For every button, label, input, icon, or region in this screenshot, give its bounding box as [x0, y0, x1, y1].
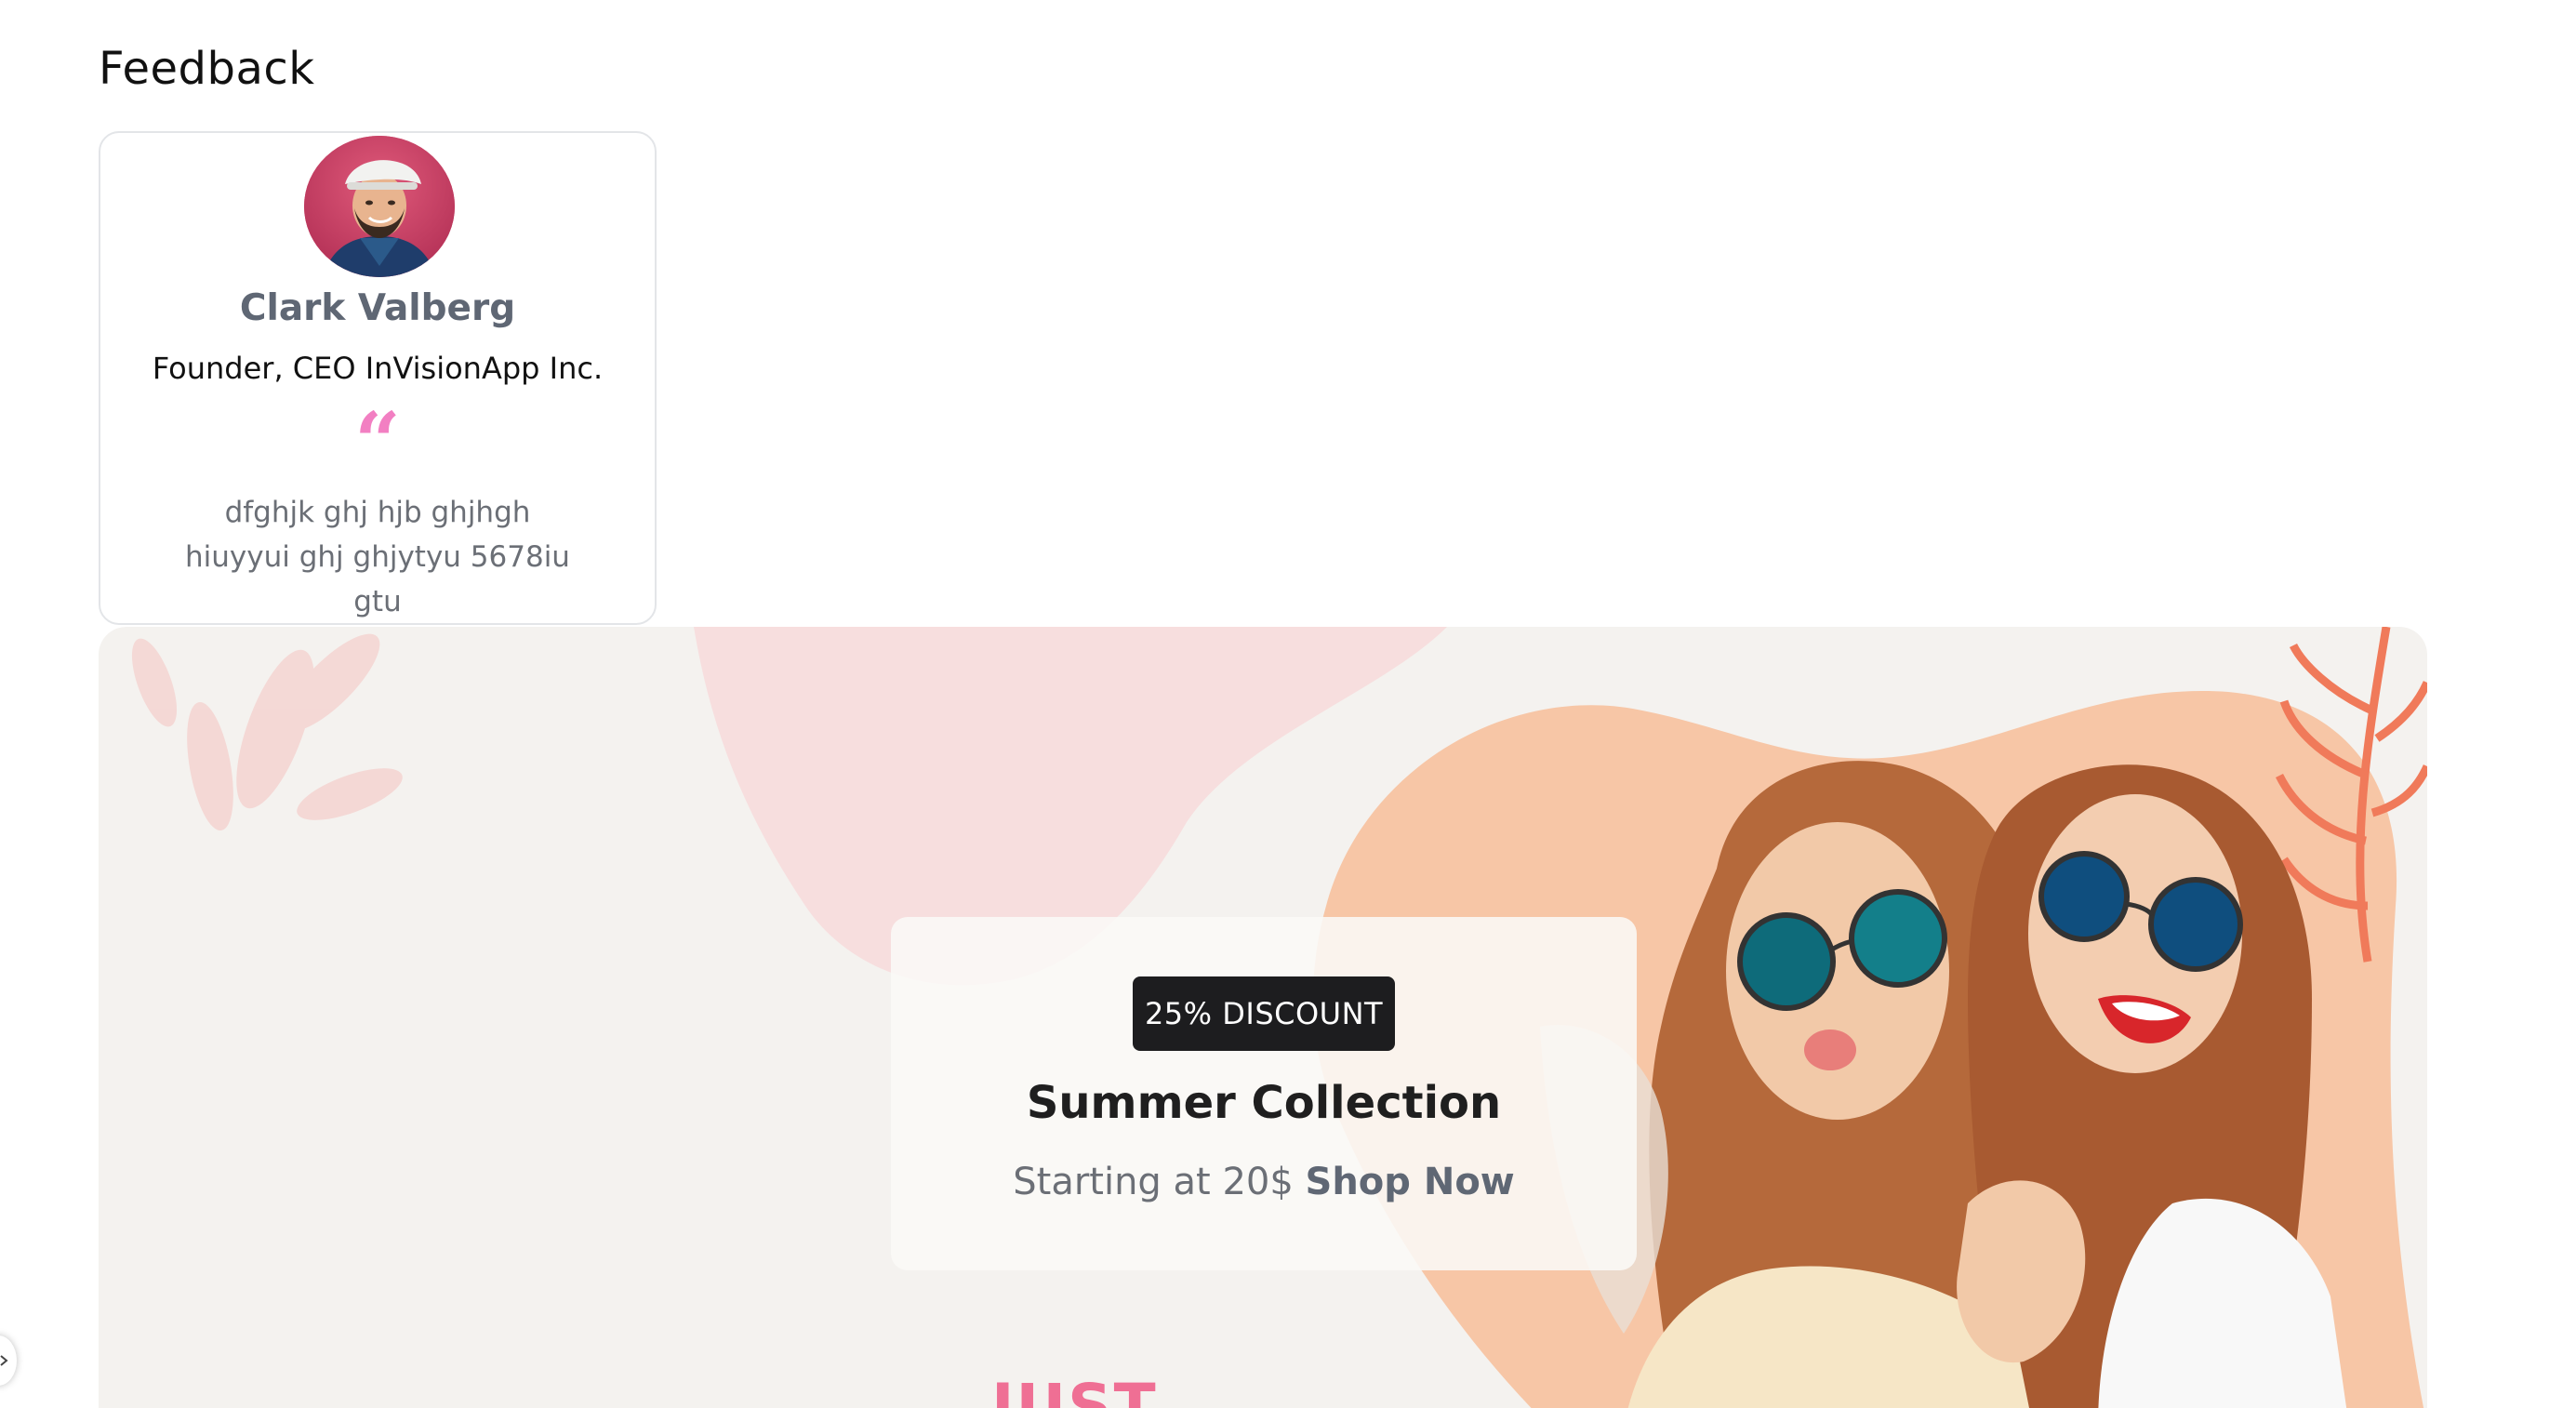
- reviewer-name: Clark Valberg: [239, 287, 516, 329]
- section-title: Feedback: [99, 43, 315, 95]
- review-text-line: dfghjk ghj hjb ghjhgh: [224, 496, 531, 529]
- review-text-line: hiuyyui ghj ghjytyu 5678iu: [185, 540, 570, 574]
- promo-title: Summer Collection: [1026, 1077, 1502, 1129]
- reviewer-role: Founder, CEO InVisionApp Inc.: [152, 351, 604, 386]
- promo-card: 25% DISCOUNT Summer Collection Starting …: [891, 917, 1637, 1270]
- page: Feedback Clark Valberg Founder, CEO InVi…: [0, 0, 2576, 1408]
- leaf-decoration-left: [131, 633, 403, 831]
- quote-icon: “: [354, 395, 401, 489]
- promo-subtitle: Starting at 20$ Shop Now: [891, 1161, 1637, 1203]
- avatar-portrait-image: [304, 136, 455, 277]
- banner-footer-text: JUST: [991, 1371, 1158, 1408]
- testimonial-card: Clark Valberg Founder, CEO InVisionApp I…: [99, 131, 657, 625]
- review-text-line: gtu: [353, 585, 402, 618]
- model-left-lips: [1804, 1029, 1856, 1070]
- chevron-right-icon: [0, 1355, 8, 1366]
- avatar: [304, 136, 455, 277]
- promo-price-text: Starting at 20$: [1013, 1161, 1294, 1203]
- review-text: dfghjk ghj hjb ghjhgh hiuyyui ghj ghjyty…: [184, 490, 571, 623]
- discount-badge: 25% DISCOUNT: [1133, 976, 1395, 1051]
- summer-collection-banner[interactable]: 25% DISCOUNT Summer Collection Starting …: [99, 627, 2427, 1408]
- shop-now-link[interactable]: Shop Now: [1306, 1161, 1515, 1203]
- side-toggle-button[interactable]: [0, 1335, 17, 1386]
